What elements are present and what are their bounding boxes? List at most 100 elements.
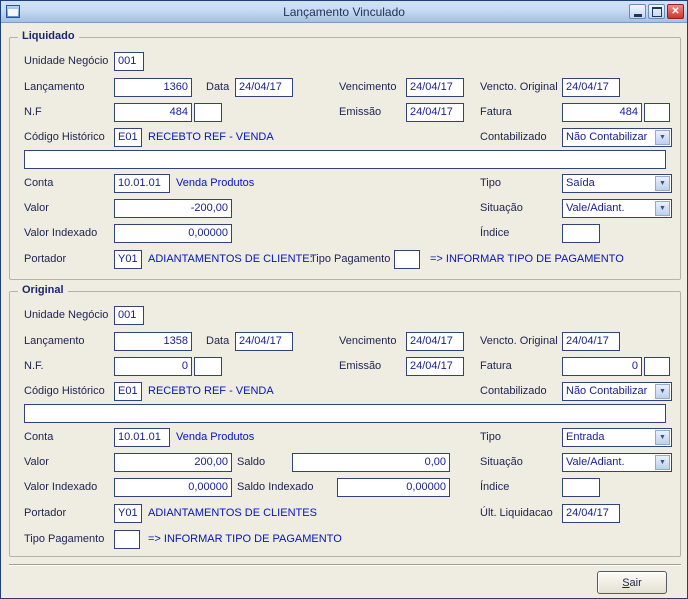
orig-vencto-original-label: Vencto. Original [480, 332, 558, 351]
orig-tipo-pagamento-warning: => INFORMAR TIPO DE PAGAMENTO [148, 530, 342, 549]
orig-data-label: Data [206, 332, 229, 351]
liq-codigo-historico-label: Código Histórico [24, 128, 105, 147]
orig-valor-label: Valor [24, 453, 49, 472]
liq-emissao-field[interactable]: 24/04/17 [406, 103, 464, 122]
orig-contabilizado-select[interactable]: Não Contabilizar ▼ [562, 382, 672, 401]
orig-valor-indexado-label: Valor Indexado [24, 478, 97, 497]
orig-portador-label: Portador [24, 504, 66, 523]
dropdown-arrow-icon[interactable]: ▼ [655, 430, 670, 445]
orig-ult-liquidacao-field[interactable]: 24/04/17 [562, 504, 620, 523]
sair-button[interactable]: Sair [597, 571, 667, 594]
liq-vencto-original-label: Vencto. Original [480, 78, 558, 97]
orig-indice-field[interactable] [562, 478, 600, 497]
orig-contabilizado-value: Não Contabilizar [566, 385, 647, 397]
window-title: Lançamento Vinculado [1, 1, 687, 23]
orig-lancamento-field[interactable]: 1358 [114, 332, 192, 351]
liq-portador-label: Portador [24, 250, 66, 269]
liq-situacao-value: Vale/Adiant. [566, 202, 625, 214]
dropdown-arrow-icon[interactable]: ▼ [655, 455, 670, 470]
liq-data-field[interactable]: 24/04/17 [235, 78, 293, 97]
liq-nf-label: N.F [24, 103, 42, 122]
liq-historico-desc: RECEBTO REF - VENDA [148, 128, 274, 147]
liq-tipo-label: Tipo [480, 174, 501, 193]
orig-saldo-field[interactable]: 0,00 [292, 453, 450, 472]
liq-indice-field[interactable] [562, 224, 600, 243]
liq-vencimento-label: Vencimento [339, 78, 396, 97]
window-controls: ✕ [629, 4, 684, 19]
maximize-button[interactable] [648, 4, 665, 19]
orig-emissao-label: Emissão [339, 357, 381, 376]
liq-contabilizado-select[interactable]: Não Contabilizar ▼ [562, 128, 672, 147]
liq-contabilizado-value: Não Contabilizar [566, 131, 647, 143]
liq-portador-cod-field[interactable]: Y01 [114, 250, 142, 269]
orig-contabilizado-label: Contabilizado [480, 382, 547, 401]
liq-fatura-extra-field[interactable] [644, 103, 670, 122]
liq-valor-indexado-field[interactable]: 0,00000 [114, 224, 232, 243]
orig-nf-extra-field[interactable] [194, 357, 222, 376]
orig-indice-label: Índice [480, 478, 509, 497]
orig-conta-cod-field[interactable]: 10.01.01 [114, 428, 170, 447]
liq-conta-desc: Venda Produtos [176, 174, 254, 193]
orig-tipo-select[interactable]: Entrada▼ [562, 428, 672, 447]
orig-nf-label: N.F. [24, 357, 44, 376]
liq-valor-field[interactable]: -200,00 [114, 199, 232, 218]
orig-fatura-extra-field[interactable] [644, 357, 670, 376]
orig-vencimento-field[interactable]: 24/04/17 [406, 332, 464, 351]
orig-tipo-pagamento-field[interactable] [114, 530, 140, 549]
liq-lancamento-field[interactable]: 1360 [114, 78, 192, 97]
orig-saldo-indexado-field[interactable]: 0,00000 [337, 478, 450, 497]
liq-contabilizado-label: Contabilizado [480, 128, 547, 147]
orig-unidade-label: Unidade Negócio [24, 306, 108, 325]
orig-portador-cod-field[interactable]: Y01 [114, 504, 142, 523]
dropdown-arrow-icon[interactable]: ▼ [655, 176, 670, 191]
close-button[interactable]: ✕ [667, 4, 684, 19]
dropdown-arrow-icon[interactable]: ▼ [655, 384, 670, 399]
orig-data-field[interactable]: 24/04/17 [235, 332, 293, 351]
orig-ult-liquidacao-label: Últ. Liquidacao [480, 504, 553, 523]
orig-conta-desc: Venda Produtos [176, 428, 254, 447]
close-icon: ✕ [671, 7, 679, 17]
liq-tipo-select[interactable]: Saída▼ [562, 174, 672, 193]
orig-historico-desc: RECEBTO REF - VENDA [148, 382, 274, 401]
orig-valor-indexado-field[interactable]: 0,00000 [114, 478, 232, 497]
liq-tipo-pagamento-field[interactable] [394, 250, 420, 269]
liq-nf-field[interactable]: 484 [114, 103, 192, 122]
group-liquidado: Liquidado Unidade Negócio 001 Lançamento… [9, 37, 681, 280]
orig-tipo-pagamento-label: Tipo Pagamento [24, 530, 104, 549]
liq-unidade-label: Unidade Negócio [24, 52, 108, 71]
orig-valor-field[interactable]: 200,00 [114, 453, 232, 472]
liq-fatura-field[interactable]: 484 [562, 103, 642, 122]
orig-observacao-field[interactable] [24, 404, 666, 423]
liq-conta-cod-field[interactable]: 10.01.01 [114, 174, 170, 193]
group-original: Original Unidade Negócio 001 Lançamento … [9, 291, 681, 557]
liq-valor-label: Valor [24, 199, 49, 218]
orig-situacao-value: Vale/Adiant. [566, 456, 625, 468]
liq-unidade-field[interactable]: 001 [114, 52, 144, 71]
orig-historico-cod-field[interactable]: E01 [114, 382, 142, 401]
dropdown-arrow-icon[interactable]: ▼ [655, 130, 670, 145]
group-liquidado-title: Liquidado [18, 30, 79, 42]
orig-nf-field[interactable]: 0 [114, 357, 192, 376]
liq-observacao-field[interactable] [24, 150, 666, 169]
orig-emissao-field[interactable]: 24/04/17 [406, 357, 464, 376]
orig-vencimento-label: Vencimento [339, 332, 396, 351]
liq-lancamento-label: Lançamento [24, 78, 85, 97]
liq-portador-desc: ADIANTAMENTOS DE CLIENTE: [148, 250, 313, 269]
minimize-button[interactable] [629, 4, 646, 19]
liq-historico-cod-field[interactable]: E01 [114, 128, 142, 147]
titlebar[interactable]: Lançamento Vinculado ✕ [1, 1, 687, 23]
liq-tipo-pagamento-warning: => INFORMAR TIPO DE PAGAMENTO [430, 250, 624, 269]
liq-nf-extra-field[interactable] [194, 103, 222, 122]
liq-situacao-select[interactable]: Vale/Adiant. ▼ [562, 199, 672, 218]
orig-situacao-select[interactable]: Vale/Adiant. ▼ [562, 453, 672, 472]
dropdown-arrow-icon[interactable]: ▼ [655, 201, 670, 216]
orig-saldo-label: Saldo [237, 453, 265, 472]
liq-vencto-original-field[interactable]: 24/04/17 [562, 78, 620, 97]
orig-vencto-original-field[interactable]: 24/04/17 [562, 332, 620, 351]
orig-saldo-indexado-label: Saldo Indexado [237, 478, 313, 497]
orig-unidade-field[interactable]: 001 [114, 306, 144, 325]
orig-lancamento-label: Lançamento [24, 332, 85, 351]
liq-vencimento-field[interactable]: 24/04/17 [406, 78, 464, 97]
group-original-title: Original [18, 284, 68, 296]
orig-fatura-field[interactable]: 0 [562, 357, 642, 376]
